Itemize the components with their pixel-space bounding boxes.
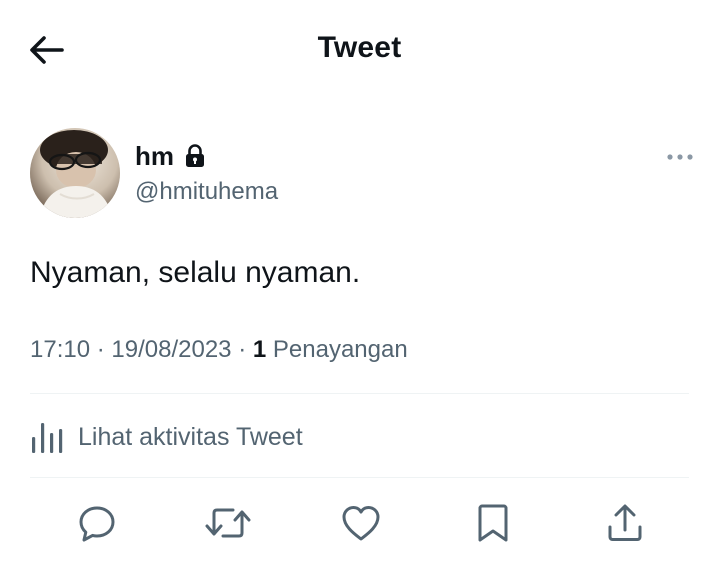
retweet-icon — [205, 508, 251, 538]
view-activity-link[interactable]: Lihat aktivitas Tweet — [30, 412, 689, 462]
share-icon — [608, 504, 642, 541]
more-horizontal-icon — [667, 154, 693, 160]
avatar[interactable] — [30, 128, 120, 218]
display-name[interactable]: hm — [135, 141, 174, 172]
retweet-button[interactable] — [204, 499, 252, 547]
meta-separator: · — [96, 336, 105, 363]
tweet-text: Nyaman, selalu nyaman. — [30, 256, 361, 289]
page-title: Tweet — [317, 31, 402, 64]
avatar-image — [30, 128, 120, 218]
like-button[interactable] — [337, 499, 385, 547]
author-name-row: hm — [135, 137, 206, 175]
analytics-bars-icon — [32, 423, 63, 453]
divider — [30, 393, 689, 394]
more-options-button[interactable] — [658, 140, 702, 174]
tweet-time[interactable]: 17:10 — [30, 336, 90, 363]
heart-icon — [342, 506, 380, 541]
views-count: 1 — [252, 336, 267, 363]
reply-button[interactable] — [73, 499, 121, 547]
tweet-date[interactable]: 19/08/2023 — [111, 336, 231, 363]
bookmark-button[interactable] — [469, 499, 517, 547]
share-button[interactable] — [601, 499, 649, 547]
bookmark-icon — [478, 504, 508, 542]
divider — [30, 477, 689, 478]
author-handle[interactable]: @hmituhema — [135, 178, 278, 206]
views-label: Penayangan — [272, 336, 408, 363]
lock-icon — [186, 144, 204, 167]
view-activity-label: Lihat aktivitas Tweet — [78, 422, 303, 451]
reply-icon — [79, 506, 115, 542]
tweet-meta: 17:10 · 19/08/2023 · 1 Penayangan — [30, 336, 408, 364]
meta-separator: · — [238, 336, 247, 363]
